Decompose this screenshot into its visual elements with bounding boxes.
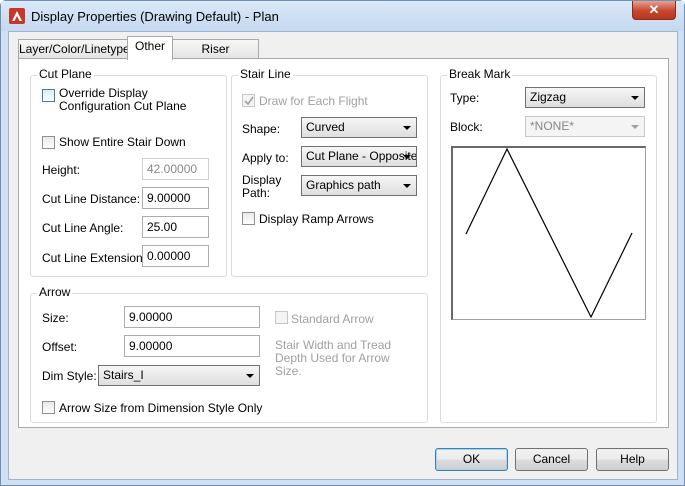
cut-line-angle-label: Cut Line Angle: bbox=[42, 221, 124, 235]
cut-line-distance-label: Cut Line Distance: bbox=[42, 192, 141, 206]
window-title: Display Properties (Drawing Default) - P… bbox=[31, 9, 279, 24]
apply-to-select-value: Cut Plane - Opposite bbox=[306, 149, 417, 163]
arrow-size-from-dim-style-checkbox[interactable] bbox=[42, 401, 55, 414]
show-entire-stair-label: Show Entire Stair Down bbox=[59, 135, 186, 149]
break-type-label: Type: bbox=[450, 91, 480, 105]
title-bar[interactable]: Display Properties (Drawing Default) - P… bbox=[1, 1, 684, 31]
chevron-down-icon bbox=[631, 125, 639, 129]
dim-style-select[interactable]: Stairs_I bbox=[98, 365, 260, 386]
standard-arrow-label: Standard Arrow bbox=[291, 312, 374, 326]
cancel-button[interactable]: Cancel bbox=[515, 448, 588, 471]
arrow-title: Arrow bbox=[37, 285, 73, 299]
cut-line-distance-field[interactable]: 9.00000 bbox=[142, 187, 209, 209]
help-button[interactable]: Help bbox=[596, 448, 669, 471]
display-path-label-line-2: Path: bbox=[242, 186, 271, 200]
autocad-icon bbox=[9, 8, 25, 24]
cut-line-extension-field[interactable]: 0.00000 bbox=[142, 245, 209, 267]
display-path-label-line-1: Display bbox=[242, 173, 282, 187]
arrow-offset-label: Offset: bbox=[42, 340, 78, 354]
dim-style-label: Dim Style: bbox=[42, 369, 97, 383]
draw-each-flight-label: Draw for Each Flight bbox=[259, 94, 368, 108]
shape-select[interactable]: Curved bbox=[301, 117, 417, 138]
arrow-note-line-1: Stair Width and Tread bbox=[275, 338, 392, 352]
arrow-note-line-2: Depth Used for Arrow bbox=[275, 351, 390, 365]
cut-line-extension-label: Cut Line Extension: bbox=[42, 251, 147, 265]
shape-label: Shape: bbox=[242, 122, 281, 136]
ok-button[interactable]: OK bbox=[435, 448, 508, 471]
chevron-down-icon bbox=[403, 126, 411, 130]
shape-select-value: Curved bbox=[306, 120, 345, 134]
chevron-down-icon bbox=[246, 374, 254, 378]
arrow-size-field[interactable]: 9.00000 bbox=[124, 306, 260, 328]
apply-to-label: Apply to: bbox=[242, 151, 289, 165]
dim-style-select-value: Stairs_I bbox=[103, 368, 144, 382]
break-type-select[interactable]: Zigzag bbox=[525, 87, 645, 108]
standard-arrow-checkbox[interactable] bbox=[275, 311, 288, 324]
override-cut-plane-checkbox[interactable] bbox=[42, 89, 55, 102]
dialog-client: Layer/Color/Linetype Other Riser Numberi… bbox=[8, 31, 678, 480]
arrow-note-line-3: Size. bbox=[275, 364, 302, 378]
tab-other[interactable]: Other bbox=[127, 36, 173, 60]
apply-to-select[interactable]: Cut Plane - Opposite bbox=[301, 146, 417, 167]
block-label: Block: bbox=[450, 120, 483, 134]
tab-layer-color-linetype[interactable]: Layer/Color/Linetype bbox=[18, 39, 130, 59]
chevron-down-icon bbox=[403, 155, 411, 159]
tab-riser-numbering[interactable]: Riser Numbering bbox=[172, 39, 259, 74]
display-path-select-value: Graphics path bbox=[306, 178, 381, 192]
arrow-offset-field[interactable]: 9.00000 bbox=[124, 335, 260, 357]
dialog-window: Display Properties (Drawing Default) - P… bbox=[0, 0, 685, 486]
display-path-select[interactable]: Graphics path bbox=[301, 175, 417, 196]
chevron-down-icon bbox=[631, 96, 639, 100]
cut-plane-title: Cut Plane bbox=[37, 67, 94, 81]
break-type-select-value: Zigzag bbox=[530, 90, 567, 104]
arrow-size-from-dim-style-label: Arrow Size from Dimension Style Only bbox=[59, 401, 263, 415]
checkmark-icon bbox=[244, 96, 254, 106]
override-cut-plane-label: Override Display Configuration Cut Plane bbox=[59, 86, 187, 113]
display-ramp-arrows-checkbox[interactable] bbox=[242, 212, 255, 225]
cut-line-angle-field[interactable]: 25.00 bbox=[142, 216, 209, 238]
block-select-value: *NONE* bbox=[530, 119, 575, 133]
chevron-down-icon bbox=[403, 184, 411, 188]
break-mark-preview bbox=[451, 146, 646, 320]
tab-panel-other: Cut Plane Override Display Configuration… bbox=[18, 58, 669, 428]
close-button[interactable]: ✕ bbox=[632, 1, 676, 20]
stair-line-title: Stair Line bbox=[238, 67, 293, 81]
break-mark-title: Break Mark bbox=[447, 67, 513, 81]
draw-each-flight-checkbox[interactable] bbox=[242, 94, 255, 107]
height-field[interactable]: 42.00000 bbox=[142, 158, 209, 180]
height-label: Height: bbox=[42, 163, 81, 177]
block-select[interactable]: *NONE* bbox=[525, 116, 645, 137]
show-entire-stair-checkbox[interactable] bbox=[42, 136, 55, 149]
display-ramp-arrows-label: Display Ramp Arrows bbox=[259, 212, 374, 226]
arrow-size-label: Size: bbox=[42, 311, 69, 325]
zigzag-preview-graphic bbox=[465, 147, 633, 319]
